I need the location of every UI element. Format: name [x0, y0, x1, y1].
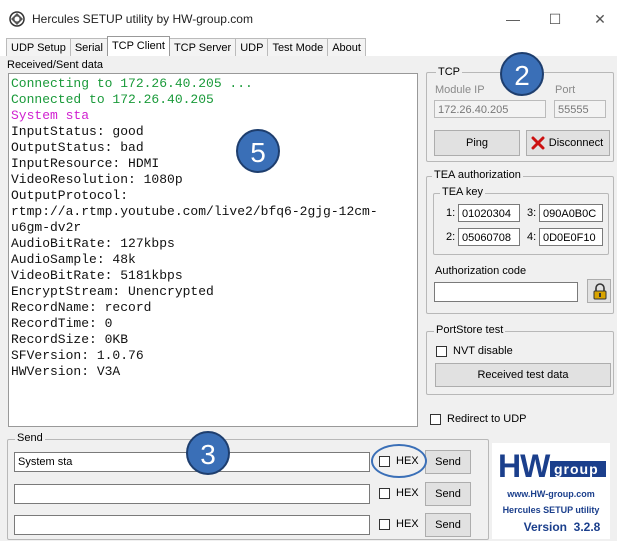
send-button-3[interactable]: Send [425, 513, 471, 537]
minimize-button[interactable]: — [498, 8, 528, 30]
hex-highlight-circle [371, 444, 427, 478]
received-line: RecordName: record [11, 300, 152, 315]
tea-key-1-input[interactable]: 01020304 [458, 204, 520, 222]
module-ip-label: Module IP [435, 84, 485, 96]
port-label: Port [555, 84, 576, 96]
send-input-2[interactable] [14, 484, 370, 504]
received-line: InputResource: HDMI [11, 156, 160, 171]
received-line: System sta [11, 108, 90, 123]
received-lines: Connecting to 172.26.40.205 ... Connected… [11, 76, 378, 380]
redirect-udp-checkbox[interactable] [430, 414, 441, 425]
received-line: VideoBitRate: 5181kbps [11, 268, 183, 283]
received-line: InputStatus: good [11, 124, 144, 139]
hex-checkbox-2[interactable] [379, 488, 390, 499]
annotation-badge-2: 2 [500, 52, 544, 96]
received-line: u6gm-dv2r [11, 220, 82, 235]
send-button-2[interactable]: Send [425, 482, 471, 506]
title-bar: Hercules SETUP utility by HW-group.com —… [0, 0, 617, 36]
logo-product-text: Hercules SETUP utility [503, 505, 600, 515]
annotation-badge-5: 5 [236, 129, 280, 173]
tab-test-mode[interactable]: Test Mode [267, 38, 329, 56]
portstore-group-label: PortStore test [434, 324, 506, 336]
tea-key-1-label: 1: [446, 207, 456, 219]
close-button[interactable]: ✕ [585, 8, 615, 30]
port-input[interactable]: 55555 [554, 100, 606, 118]
tea-key-3-label: 3: [527, 207, 537, 219]
disconnect-label: Disconnect [548, 137, 604, 149]
received-line: VideoResolution: 1080p [11, 172, 183, 187]
send-button-1[interactable]: Send [425, 450, 471, 474]
app-icon [9, 11, 25, 27]
send-group-label: Send [15, 432, 45, 444]
tab-tcp-server[interactable]: TCP Server [168, 38, 237, 56]
tab-about[interactable]: About [327, 38, 366, 56]
tea-key-2-label: 2: [446, 231, 456, 243]
hex-checkbox-3[interactable] [379, 519, 390, 530]
tab-bar: UDP Setup Serial TCP Client TCP Server U… [6, 36, 366, 56]
hex-label-3: HEX [396, 518, 419, 530]
received-line: OutputProtocol: [11, 188, 129, 203]
received-line: RecordSize: 0KB [11, 332, 129, 347]
lock-icon [593, 283, 607, 300]
received-line: EncryptStream: Unencrypted [11, 284, 214, 299]
received-line: OutputStatus: bad [11, 140, 144, 155]
module-ip-input[interactable]: 172.26.40.205 [434, 100, 546, 118]
tea-group-label: TEA authorization [432, 169, 523, 181]
received-test-data-button[interactable]: Received test data [435, 363, 611, 387]
received-data-label: Received/Sent data [7, 59, 104, 71]
logo-hw-text: HW [498, 448, 551, 484]
received-data-area[interactable]: Connecting to 172.26.40.205 ... Connected… [8, 73, 418, 427]
redirect-udp-label: Redirect to UDP [447, 413, 527, 425]
received-line: rtmp://a.rtmp.youtube.com/live2/bfq6-2gj… [11, 204, 378, 219]
received-line: AudioSample: 48k [11, 252, 136, 267]
tea-key-2-input[interactable]: 05060708 [458, 228, 520, 246]
tea-key-4-input[interactable]: 0D0E0F10 [539, 228, 603, 246]
tcp-group-label: TCP [436, 66, 462, 78]
received-line: RecordTime: 0 [11, 316, 113, 331]
authorization-code-input[interactable] [434, 282, 578, 302]
lock-button[interactable] [587, 279, 611, 303]
received-line: Connected to 172.26.40.205 [11, 92, 214, 107]
nvt-disable-label: NVT disable [453, 345, 513, 357]
received-line: HWVersion: V3A [11, 364, 121, 379]
logo-group-text: group [554, 461, 599, 477]
tea-key-4-label: 4: [527, 231, 537, 243]
tab-tcp-client[interactable]: TCP Client [106, 36, 170, 56]
hw-group-logo-art: HW group www.HW-group.com Hercules SETUP… [496, 448, 608, 534]
received-line: Connecting to 172.26.40.205 ... [11, 76, 253, 91]
tab-serial[interactable]: Serial [69, 38, 108, 56]
window-title: Hercules SETUP utility by HW-group.com [32, 12, 253, 26]
nvt-disable-checkbox[interactable] [436, 346, 447, 357]
disconnect-x-icon [531, 136, 545, 150]
send-input-3[interactable] [14, 515, 370, 535]
received-line: AudioBitRate: 127kbps [11, 236, 175, 251]
authorization-code-label: Authorization code [435, 265, 527, 277]
maximize-button[interactable]: ☐ [540, 8, 570, 30]
hex-label-2: HEX [396, 487, 419, 499]
ping-button[interactable]: Ping [434, 130, 520, 156]
logo-url-text: www.HW-group.com [506, 489, 594, 499]
tab-udp[interactable]: UDP [235, 38, 269, 56]
tea-key-3-input[interactable]: 090A0B0C [539, 204, 603, 222]
tea-key-label: TEA key [440, 186, 485, 198]
hw-group-logo: HW group www.HW-group.com Hercules SETUP… [492, 443, 610, 539]
logo-version-text: Version 3.2.8 [524, 520, 601, 534]
annotation-badge-3: 3 [186, 431, 230, 475]
received-line: SFVersion: 1.0.76 [11, 348, 144, 363]
tab-udp-setup[interactable]: UDP Setup [6, 38, 71, 56]
